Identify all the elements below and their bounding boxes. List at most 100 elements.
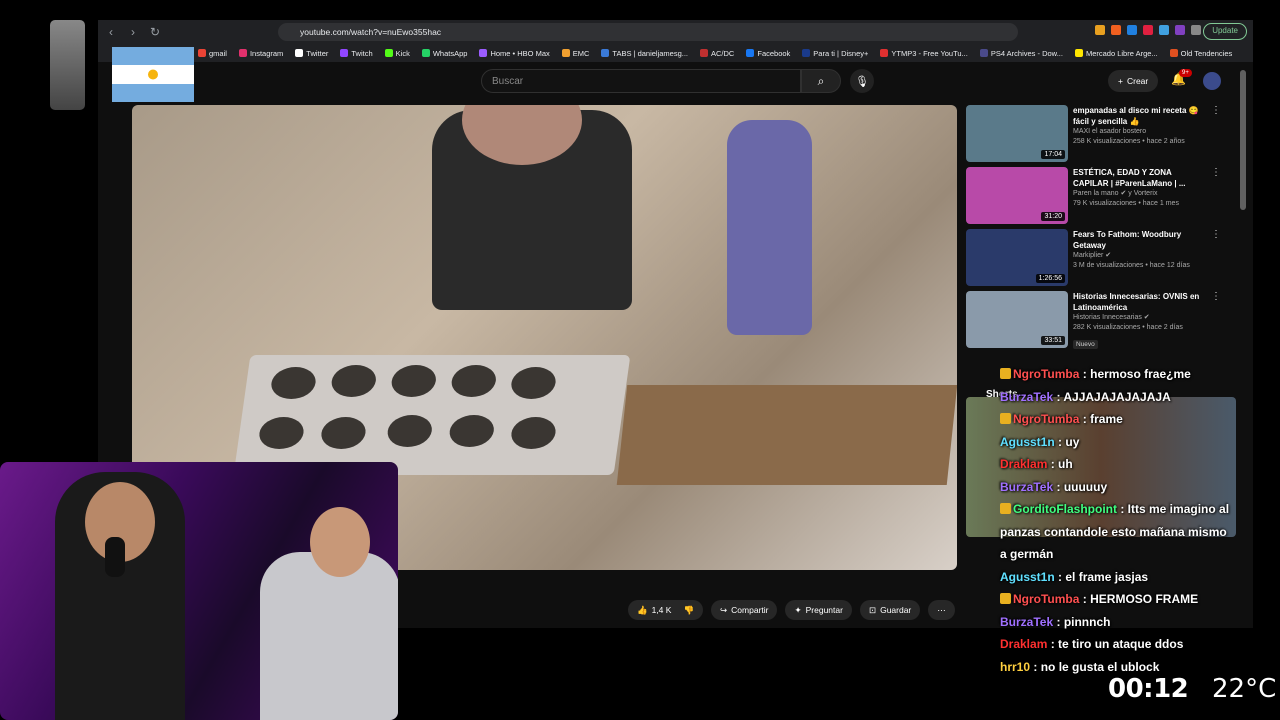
bookmark-item[interactable]: Mercado Libre Arge...: [1074, 48, 1158, 58]
video-thumbnail[interactable]: 31:20: [966, 167, 1068, 224]
bookmark-favicon-icon: [479, 49, 488, 57]
bookmark-item[interactable]: TABS | danieljamesg...: [601, 49, 688, 58]
search-icon[interactable]: ⌕: [801, 69, 841, 93]
chat-username: BurzaTek: [1000, 614, 1054, 629]
more-vert-icon[interactable]: ⋮: [1211, 167, 1221, 229]
bookmark-item[interactable]: YTMP3 - Free YouTu...: [880, 49, 968, 58]
address-bar[interactable]: youtube.com/watch?v=nuEwo355hac: [278, 23, 1018, 41]
duration-badge: 1:26:56: [1035, 274, 1065, 283]
create-label: Crear: [1126, 76, 1149, 86]
bookmarks-bar: gmail Instagram Twitter Twitch Kick WhatsApp H…: [98, 44, 1253, 62]
bookmark-label: Para ti | Disney+: [813, 48, 869, 58]
video-thumbnail[interactable]: 33:51: [966, 291, 1068, 348]
chat-message: GorditoFlashpoint : Itts me imagino al p…: [1000, 502, 1230, 561]
mic-icon[interactable]: 🎙: [850, 69, 874, 93]
recommendation-item[interactable]: 33:51 Historias Innecesarias: OVNIS en L…: [966, 291, 1246, 353]
recommendation-channel[interactable]: Historias Innecesarias ✔: [1073, 313, 1203, 323]
chat-message: Draklam : te tiro un ataque ddos: [1000, 637, 1184, 651]
chat-message: NgroTumba : HERMOSO FRAME: [1000, 588, 1235, 611]
scrollbar[interactable]: [1240, 70, 1246, 210]
recommendation-channel[interactable]: MAXI el asador bostero: [1073, 127, 1203, 137]
create-button[interactable]: + Crear: [1108, 70, 1159, 92]
recommendation-channel[interactable]: Markiplier ✔: [1073, 251, 1203, 261]
chat-badge-icon: [1000, 503, 1011, 514]
bookmark-favicon-icon: [1074, 49, 1083, 57]
bookmark-label: Twitter: [306, 48, 329, 58]
video-thumbnail[interactable]: 17:04: [966, 105, 1068, 162]
chat-message: BurzaTek : pinnnch: [1000, 614, 1111, 629]
avatar[interactable]: [1203, 72, 1221, 90]
search-input[interactable]: Buscar: [481, 69, 801, 93]
bookmark-item[interactable]: Home • HBO Max: [479, 49, 550, 58]
bookmark-item[interactable]: gmail: [198, 49, 227, 58]
recommendation-title[interactable]: Historias Innecesarias: OVNIS en Latinoa…: [1073, 291, 1203, 313]
recommendation-info: ESTÉTICA, EDAD Y ZONA CAPILAR | #ParenLa…: [1073, 167, 1203, 229]
bookmark-item[interactable]: Para ti | Disney+: [802, 49, 868, 58]
like-button[interactable]: 👍 1,4 K 👎: [628, 600, 704, 620]
bookmark-item[interactable]: AC/DC: [700, 49, 734, 58]
share-button[interactable]: ↪ Compartir: [711, 600, 778, 620]
recommendation-item[interactable]: 1:26:56 Fears To Fathom: Woodbury Getawa…: [966, 229, 1246, 291]
chat-text: el frame jasjas: [1065, 569, 1149, 584]
thumbs-down-icon[interactable]: 👎: [683, 605, 694, 616]
puzzle-icon[interactable]: [1191, 25, 1201, 35]
recommendation-item[interactable]: 17:04 empanadas al disco mi receta 😋 fác…: [966, 105, 1246, 167]
recommendation-title[interactable]: empanadas al disco mi receta 😋 fácil y s…: [1073, 105, 1203, 127]
more-options-button[interactable]: ⋯: [928, 600, 955, 620]
recommendation-item[interactable]: 31:20 ESTÉTICA, EDAD Y ZONA CAPILAR | #P…: [966, 167, 1246, 229]
bookmark-item[interactable]: Twitter: [295, 49, 328, 58]
update-button[interactable]: Update: [1203, 23, 1247, 40]
bookmark-item[interactable]: Old Tendencies: [1169, 49, 1232, 58]
bookmark-favicon-icon: [979, 49, 988, 57]
extension-icon[interactable]: [1127, 25, 1137, 35]
video-actions: 👍 1,4 K 👎 ↪ Compartir ✦ Preguntar ⊡ Guardar ⋯: [628, 600, 955, 620]
bookmark-label: PS4 Archives - Dow...: [990, 48, 1063, 58]
reload-icon[interactable]: ↻: [146, 23, 164, 41]
chat-badge-icon: [1000, 593, 1011, 604]
bookmark-item[interactable]: Facebook: [746, 49, 790, 58]
bookmark-favicon-icon: [802, 49, 811, 57]
more-vert-icon[interactable]: ⋮: [1211, 229, 1221, 291]
recommendation-title[interactable]: ESTÉTICA, EDAD Y ZONA CAPILAR | #ParenLa…: [1073, 167, 1203, 189]
extension-icon[interactable]: [1143, 25, 1153, 35]
bookmark-favicon-icon: [340, 49, 349, 57]
recommendation-info: Fears To Fathom: Woodbury Getaway Markip…: [1073, 229, 1203, 291]
bookmark-item[interactable]: PS4 Archives - Dow...: [979, 48, 1063, 58]
save-button[interactable]: ⊡ Guardar: [859, 600, 921, 620]
extension-icon[interactable]: [1111, 25, 1121, 35]
forward-icon[interactable]: ›: [124, 23, 142, 41]
recommendation-channel[interactable]: Paren la mano ✔ y Vorterix: [1073, 189, 1203, 199]
bookmark-item[interactable]: Kick: [384, 49, 410, 58]
extension-icon[interactable]: [1159, 25, 1169, 35]
extension-icon[interactable]: [1175, 25, 1185, 35]
bookmark-item[interactable]: EMC: [561, 49, 589, 58]
video-thumbnail[interactable]: 1:26:56: [966, 229, 1068, 286]
extensions-bar: [1095, 25, 1201, 35]
extension-icon[interactable]: [1095, 25, 1105, 35]
more-vert-icon[interactable]: ⋮: [1211, 105, 1221, 167]
chat-text: te tiro un ataque ddos: [1058, 637, 1184, 651]
streamer-right-face: [310, 507, 370, 577]
chat-username: hrr10: [1000, 659, 1031, 674]
more-vert-icon[interactable]: ⋮: [1211, 291, 1221, 353]
clock: 00:12: [1108, 674, 1189, 704]
chat-username: Agusst1n: [1000, 569, 1055, 584]
bookmark-favicon-icon: [295, 49, 304, 57]
bookmark-label: Mercado Libre Arge...: [1085, 48, 1158, 58]
bookmark-item[interactable]: Instagram: [238, 49, 283, 58]
chat-message: Agusst1n : uy: [1000, 434, 1080, 449]
bookmark-item[interactable]: Twitch: [340, 49, 373, 58]
chat-text: no le gusta el ublock: [1040, 659, 1160, 674]
bookmark-favicon-icon: [601, 49, 610, 57]
recommendation-meta: 79 K visualizaciones • hace 1 mes: [1073, 200, 1179, 207]
recommendation-title[interactable]: Fears To Fathom: Woodbury Getaway: [1073, 229, 1203, 251]
like-count: 1,4 K: [651, 605, 672, 615]
chat-username: BurzaTek: [1000, 389, 1054, 404]
chat-text: uh: [1058, 457, 1073, 471]
video-tray: [233, 355, 631, 475]
bookmark-item[interactable]: WhatsApp: [421, 49, 467, 58]
ask-button[interactable]: ✦ Preguntar: [785, 600, 852, 620]
stream-chat: NgroTumba : hermoso frae¿me BurzaTek : AJ…: [1000, 363, 1235, 678]
back-icon[interactable]: ‹: [102, 23, 120, 41]
bookmark-favicon-icon: [746, 49, 755, 57]
